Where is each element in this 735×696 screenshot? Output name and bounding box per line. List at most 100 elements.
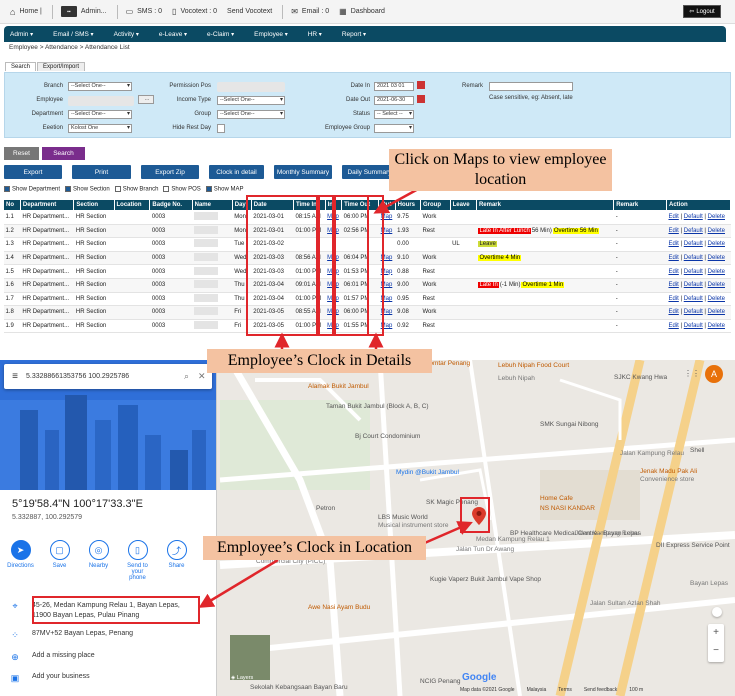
- home-link[interactable]: ⌂ Home |: [10, 7, 42, 17]
- map-place-label[interactable]: Taman Bukit Jambul (Block A, B, C): [326, 403, 429, 410]
- column-header[interactable]: Group: [420, 199, 451, 211]
- action-delete-link[interactable]: Delete: [708, 214, 725, 220]
- action-delete-link[interactable]: Delete: [708, 309, 725, 315]
- dashboard-link[interactable]: ▦ Dashboard: [339, 7, 385, 16]
- income-type-select[interactable]: --Select One--: [217, 96, 285, 105]
- account-avatar[interactable]: A: [705, 365, 723, 383]
- nav-menu-email-sms[interactable]: Email / SMS: [53, 31, 93, 38]
- map-place-label[interactable]: Jalan Kampung Relau: [620, 450, 684, 457]
- column-header[interactable]: Leave: [449, 199, 477, 211]
- map-place-label[interactable]: Home Cafe: [540, 495, 573, 502]
- map-place-label[interactable]: SMK Sungai Nibong: [540, 421, 599, 428]
- action-default-link[interactable]: Default: [684, 309, 703, 315]
- map-place-label[interactable]: Medan Kampung Relau 1: [476, 536, 550, 543]
- map-place-label[interactable]: Lebuh Nipah: [498, 375, 535, 382]
- nearby-button[interactable]: ◎ Nearby: [84, 540, 113, 581]
- map-place-label[interactable]: Jalan Kampung Relau: [575, 530, 639, 537]
- add-missing-place-row[interactable]: ⊕ Add a missing place: [10, 652, 94, 663]
- map-place-label[interactable]: Convenience store: [640, 476, 694, 483]
- logout-button[interactable]: ⇦ Logout: [683, 5, 721, 18]
- export-zip-button[interactable]: Export Zip: [141, 165, 199, 179]
- layers-button[interactable]: ◈ Layers: [231, 675, 253, 681]
- share-button[interactable]: ⤴ Share: [162, 540, 191, 581]
- column-header[interactable]: Remark: [613, 199, 667, 211]
- action-default-link[interactable]: Default: [684, 323, 703, 329]
- zoom-out-button[interactable]: −: [708, 642, 724, 660]
- show-toggle[interactable]: Show MAP: [205, 186, 243, 193]
- checkbox[interactable]: [114, 186, 121, 192]
- map-place-label[interactable]: LBS Music World: [378, 514, 428, 521]
- action-edit-link[interactable]: Edit: [668, 323, 678, 329]
- map-place-label[interactable]: NS NASI KANDAR: [540, 505, 595, 512]
- clock-in-detail-button[interactable]: Clock in detail: [209, 165, 264, 179]
- map-place-label[interactable]: Bayan Lepas: [690, 580, 728, 587]
- checkbox[interactable]: [65, 186, 72, 192]
- permission-input[interactable]: [217, 82, 285, 92]
- map-place-label[interactable]: Mydin @Bukit Jambul: [396, 469, 459, 476]
- map-search-box[interactable]: ≡ 5.33288661353756 100.2925786 ⌕ ✕: [4, 364, 212, 389]
- column-header[interactable]: No: [3, 199, 21, 211]
- map-place-label[interactable]: DII Express Service Point: [656, 542, 730, 549]
- action-default-link[interactable]: Default: [684, 269, 703, 275]
- search-icon[interactable]: ⌕: [184, 371, 198, 382]
- action-delete-link[interactable]: Delete: [708, 255, 725, 261]
- plus-code-row[interactable]: ⁘ 87MV+52 Bayan Lepas, Penang: [10, 630, 133, 641]
- send-vocotext-link[interactable]: Send Vocotext: [227, 8, 272, 15]
- export-button[interactable]: Export: [4, 165, 62, 179]
- employee-group-select[interactable]: [374, 124, 414, 133]
- admin-link[interactable]: ▪▪ Admin...: [60, 6, 107, 17]
- map-place-label[interactable]: Jalan Tun Dr Awang: [456, 546, 514, 553]
- show-toggle[interactable]: Show POS: [163, 186, 201, 193]
- action-default-link[interactable]: Default: [684, 282, 703, 288]
- column-header[interactable]: Remark: [475, 199, 615, 211]
- show-toggle[interactable]: Show Section: [65, 186, 110, 193]
- branch-select[interactable]: --Select One--: [68, 82, 132, 91]
- map-place-label[interactable]: Petron: [316, 505, 335, 512]
- map-footer-item[interactable]: 100 m: [629, 687, 643, 693]
- action-edit-link[interactable]: Edit: [668, 241, 678, 247]
- map-place-label[interactable]: Bj Court Condominium: [355, 433, 420, 440]
- map-search-input[interactable]: 5.33288661353756 100.2925786: [26, 373, 184, 380]
- show-toggle[interactable]: Show Department: [4, 186, 60, 193]
- column-header[interactable]: Department: [19, 199, 75, 211]
- map-footer-item[interactable]: Terms: [558, 687, 572, 693]
- print-button[interactable]: Print: [72, 165, 131, 179]
- zoom-in-button[interactable]: +: [708, 624, 724, 642]
- action-delete-link[interactable]: Delete: [708, 282, 725, 288]
- email-link[interactable]: ✉ Email : 0: [291, 7, 329, 16]
- map-place-label[interactable]: Lebuh Nipah Food Court: [498, 362, 569, 369]
- column-header[interactable]: Name: [191, 199, 233, 211]
- map-place-label[interactable]: Shell: [690, 447, 704, 454]
- action-delete-link[interactable]: Delete: [708, 296, 725, 302]
- checkbox[interactable]: [205, 186, 212, 192]
- map-place-label[interactable]: Sekolah Kebangsaan Bayan Baru: [250, 684, 348, 691]
- action-default-link[interactable]: Default: [684, 255, 703, 261]
- map-place-label[interactable]: Jenak Madu Pak Ali: [640, 468, 697, 475]
- employee-lookup-button[interactable]: ...: [138, 95, 154, 104]
- action-edit-link[interactable]: Edit: [668, 214, 678, 220]
- action-delete-link[interactable]: Delete: [708, 228, 725, 234]
- map-place-label[interactable]: Musical instrument store: [378, 522, 448, 529]
- nav-menu-activity[interactable]: Activity: [114, 31, 139, 38]
- employee-input[interactable]: [68, 96, 134, 106]
- sms-link[interactable]: ▭ SMS : 0: [126, 7, 162, 16]
- tab-export-import[interactable]: Export/Import: [37, 62, 86, 71]
- action-default-link[interactable]: Default: [684, 241, 703, 247]
- map-place-label[interactable]: Kugie Vaperz Bukit Jambul Vape Shop: [430, 576, 541, 583]
- action-default-link[interactable]: Default: [684, 228, 703, 234]
- column-header[interactable]: Location: [113, 199, 151, 211]
- action-default-link[interactable]: Default: [684, 214, 703, 220]
- save-button[interactable]: ▢ Save: [45, 540, 74, 581]
- map-place-label[interactable]: Awe Nasi Ayam Budu: [308, 604, 370, 611]
- map-place-label[interactable]: NCIG Penang: [420, 678, 460, 685]
- tab-search[interactable]: Search: [5, 62, 37, 71]
- action-edit-link[interactable]: Edit: [668, 269, 678, 275]
- action-edit-link[interactable]: Edit: [668, 255, 678, 261]
- map-footer-item[interactable]: Send feedback: [584, 687, 617, 693]
- status-select[interactable]: -- Select --: [374, 110, 414, 119]
- nav-menu-e-leave[interactable]: e-Leave: [159, 31, 187, 38]
- column-header[interactable]: Hours: [394, 199, 422, 211]
- nav-menu-hr[interactable]: HR: [308, 31, 322, 38]
- department-select[interactable]: --Select One--: [68, 110, 132, 119]
- date-out-input[interactable]: 2021-06-30: [374, 96, 414, 105]
